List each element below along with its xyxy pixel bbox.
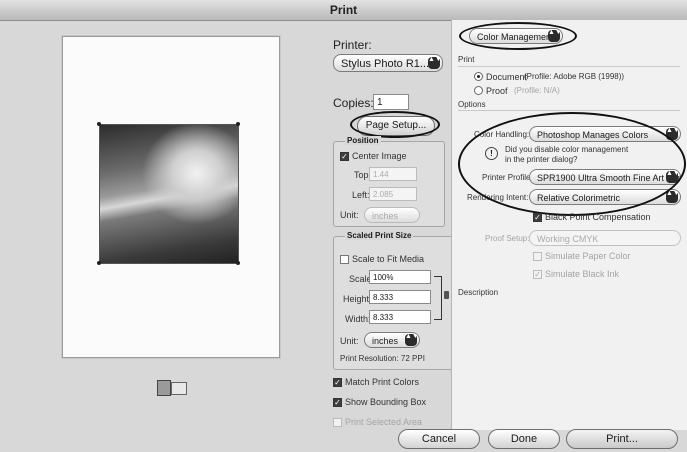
center-image-label: Center Image — [352, 151, 407, 161]
proof-setup-select[interactable]: Working CMYK — [529, 230, 681, 246]
print-heading: Print — [458, 55, 475, 64]
options-heading: Options — [458, 100, 486, 109]
width-input[interactable]: 8.333 — [369, 310, 431, 324]
print-resolution: Print Resolution: 72 PPI — [340, 354, 425, 363]
landscape-orientation-icon[interactable] — [171, 382, 187, 395]
printer-value: Stylus Photo R1... — [341, 58, 430, 70]
portrait-orientation-icon[interactable] — [157, 380, 171, 396]
simulate-ink-label: Simulate Black Ink — [545, 269, 620, 279]
top-input[interactable]: 1.44 — [369, 167, 417, 181]
position-unit-select[interactable]: inches — [364, 207, 420, 223]
copies-input[interactable]: 1 — [373, 94, 409, 110]
cancel-button[interactable]: Cancel — [398, 429, 480, 449]
height-label: Height: — [343, 294, 372, 304]
scaled-size-title: Scaled Print Size — [345, 231, 414, 240]
popup-arrows-icon: ▲▼ — [405, 333, 419, 346]
constrain-bracket — [434, 276, 442, 320]
bounding-handle-br[interactable] — [236, 261, 240, 265]
show-bounding-box-label: Show Bounding Box — [345, 397, 427, 407]
popup-arrows-icon: ▲▼ — [428, 56, 442, 69]
document-radio[interactable] — [474, 72, 483, 81]
print-divider — [458, 66, 680, 67]
match-print-colors-label: Match Print Colors — [345, 377, 420, 387]
proof-setup-value: Working CMYK — [537, 234, 599, 244]
center-image-checkbox[interactable]: ✓ — [340, 152, 349, 161]
show-bounding-box-checkbox[interactable]: ✓ — [333, 398, 342, 407]
black-point-label: Black Point Compensation — [545, 212, 651, 222]
bounding-handle-tl[interactable] — [97, 122, 101, 126]
width-label: Width: — [345, 314, 371, 324]
print-button[interactable]: Print... — [566, 429, 678, 449]
left-input[interactable]: 2.085 — [369, 187, 417, 201]
done-button[interactable]: Done — [488, 429, 560, 449]
options-divider — [458, 110, 680, 111]
document-profile: (Profile: Adobe RGB (1998)) — [524, 72, 625, 81]
bounding-handle-tr[interactable] — [236, 122, 240, 126]
match-print-colors-checkbox[interactable]: ✓ — [333, 378, 342, 387]
color-settings-highlight — [458, 112, 686, 216]
lock-icon[interactable] — [444, 291, 449, 299]
proof-label: Proof — [486, 86, 508, 96]
position-title: Position — [345, 136, 381, 145]
bounding-handle-bl[interactable] — [97, 261, 101, 265]
left-label: Left: — [352, 190, 370, 200]
scaled-unit-select[interactable]: inches ▲▼ — [364, 332, 420, 348]
height-input[interactable]: 8.333 — [369, 290, 431, 304]
scale-input[interactable]: 100% — [369, 270, 431, 284]
scaled-unit-value: inches — [372, 336, 399, 346]
proof-setup-label: Proof Setup: — [485, 234, 530, 243]
proof-profile: (Profile: N/A) — [514, 86, 560, 95]
print-selected-area-label: Print Selected Area — [345, 417, 423, 427]
popup-arrows-icon: ▲▼ — [666, 190, 680, 203]
position-unit-value: inches — [372, 211, 399, 221]
printer-label: Printer: — [333, 38, 372, 52]
scale-to-fit-checkbox[interactable] — [340, 255, 349, 264]
black-point-checkbox[interactable]: ✓ — [533, 213, 542, 222]
preview-image[interactable] — [99, 124, 239, 264]
position-unit-label: Unit: — [340, 210, 359, 220]
document-label: Document — [486, 72, 528, 82]
window-title: Print — [0, 0, 687, 21]
simulate-ink-checkbox[interactable]: ✓ — [533, 270, 542, 279]
proof-radio[interactable] — [474, 86, 483, 95]
printer-select[interactable]: Stylus Photo R1... ▲▼ — [333, 54, 443, 72]
page-setup-highlight — [350, 111, 440, 138]
simulate-paper-checkbox[interactable] — [533, 252, 542, 261]
scaled-unit-label: Unit: — [340, 336, 359, 346]
copies-label: Copies: — [333, 96, 374, 110]
simulate-paper-label: Simulate Paper Color — [545, 251, 631, 261]
description-heading: Description — [458, 288, 499, 297]
print-selected-area-checkbox[interactable] — [333, 418, 342, 427]
scale-to-fit-label: Scale to Fit Media — [352, 254, 425, 264]
section-select-highlight — [459, 22, 577, 50]
